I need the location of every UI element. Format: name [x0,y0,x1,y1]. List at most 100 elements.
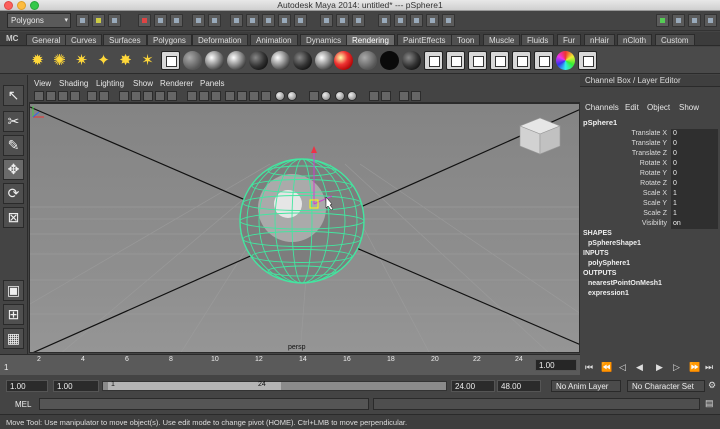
select-hierarchy-icon[interactable] [138,14,151,27]
wireframe-icon[interactable] [187,91,197,101]
use-background-shader-icon[interactable] [358,51,377,70]
select-tool-icon[interactable]: ↖ [3,85,24,106]
ocean-shader-icon[interactable] [380,51,399,70]
attr-row-scale-z[interactable]: Scale Z 1 [583,209,718,219]
tab-nhair[interactable]: nHair [584,34,616,46]
attr-value[interactable]: 0 [671,179,718,189]
command-input[interactable] [39,398,369,410]
tab-rendering[interactable]: Rendering [346,34,395,46]
play-backwards-icon[interactable]: ◀ [636,362,643,373]
tab-fur[interactable]: Fur [557,34,581,46]
menu-set-dropdown[interactable]: Polygons ▾ [7,13,71,28]
smooth-shade-icon[interactable] [199,91,209,101]
render-view-icon[interactable] [378,14,391,27]
outliner-layout-icon[interactable]: ▦ [3,328,24,349]
open-scene-icon[interactable] [92,14,105,27]
step-forward-frame-icon[interactable]: ▷ [673,362,680,373]
go-to-end-icon[interactable]: ⏭ [705,362,713,373]
image-plane-icon[interactable] [70,91,80,101]
output-node[interactable]: nearestPointOnMesh1 [588,280,662,287]
screen-space-ao-icon[interactable] [261,91,271,101]
tab-fluids[interactable]: Fluids [521,34,555,46]
ipr-shelf-icon[interactable] [468,51,487,70]
volume-light-icon[interactable]: ✶ [138,51,157,70]
current-frame-field[interactable]: 1.00 [535,359,577,371]
use-all-lights-icon[interactable] [237,91,247,101]
step-back-frame-icon[interactable]: ◁ [619,362,626,373]
snap-view-plane-icon[interactable] [278,14,291,27]
shape-node[interactable]: pSphereShape1 [588,240,641,247]
layout-toggle-icon[interactable] [704,14,717,27]
sphere-object[interactable] [239,158,365,284]
depth-of-field-icon[interactable] [347,91,357,101]
move-tool-icon[interactable]: ✥ [3,159,24,180]
menu-channels[interactable]: Channels [585,103,619,112]
tab-custom[interactable]: Custom [655,34,695,46]
snap-point-icon[interactable] [262,14,275,27]
attr-value[interactable]: 0 [671,169,718,179]
output-node[interactable]: expression1 [588,290,629,297]
layout-four-icon[interactable]: ⊞ [3,304,24,325]
menu-object[interactable]: Object [647,103,670,112]
play-forwards-icon[interactable]: ▶ [656,362,663,373]
area-light-icon[interactable]: ✸ [116,51,135,70]
attr-value[interactable]: 1 [671,209,718,219]
snap-curve-icon[interactable] [246,14,259,27]
textured-icon[interactable] [225,91,235,101]
motion-blur-icon[interactable] [321,91,331,101]
attr-value[interactable]: 1 [671,189,718,199]
playback-start-field[interactable]: 1.00 [53,380,99,392]
save-scene-icon[interactable] [108,14,121,27]
select-object-icon[interactable] [154,14,167,27]
input-node[interactable]: polySphere1 [588,260,630,267]
time-slider[interactable]: 2 4 6 8 10 12 14 16 18 20 22 24 1 [0,354,580,375]
ambient-light-icon[interactable]: ✷ [72,51,91,70]
resolution-gate-icon[interactable] [119,91,129,101]
attr-value[interactable]: 0 [671,139,718,149]
attr-value[interactable]: 0 [671,159,718,169]
tab-curves[interactable]: Curves [65,34,103,46]
scale-tool-icon[interactable]: ⊠ [3,207,24,228]
frame-all-icon[interactable] [369,91,379,101]
tab-painteffects[interactable]: PaintEffects [397,34,452,46]
attr-value[interactable]: 0 [671,149,718,159]
phong-shader-icon[interactable] [227,51,246,70]
script-language-toggle[interactable]: MEL [15,400,31,409]
tab-ncloth[interactable]: nCloth [617,34,653,46]
tab-toon[interactable]: Toon [451,34,481,46]
menu-edit[interactable]: Edit [625,103,639,112]
rotate-tool-icon[interactable]: ⟳ [3,183,24,204]
attr-row-translate-y[interactable]: Translate Y 0 [583,139,718,149]
hypershade-icon[interactable] [442,14,455,27]
anisotropic-shader-icon[interactable] [271,51,290,70]
tab-general[interactable]: General [26,34,67,46]
range-slider-handle[interactable] [108,382,281,390]
step-forward-key-icon[interactable]: ⏩ [689,362,700,373]
batch-render-icon[interactable] [490,51,509,70]
shading-map-icon[interactable] [402,51,421,70]
view-cube[interactable] [519,117,561,155]
range-slider[interactable]: 1 24 [102,381,447,391]
blinn-shader-icon[interactable] [205,51,224,70]
select-by-type-icon[interactable] [192,14,205,27]
menu-renderer[interactable]: Renderer [160,78,193,89]
camera-attributes-icon[interactable] [46,91,56,101]
select-joints-icon[interactable] [208,14,221,27]
attr-row-translate-x[interactable]: Translate X 0 [583,129,718,139]
tool-settings-toggle-icon[interactable] [688,14,701,27]
playback-end-field[interactable]: 24.00 [451,380,495,392]
tab-polygons[interactable]: Polygons [147,34,192,46]
step-back-key-icon[interactable]: ⏪ [601,362,612,373]
multisample-aa-icon[interactable] [335,91,345,101]
attr-row-scale-y[interactable]: Scale Y 1 [583,199,718,209]
directional-light-icon[interactable]: ✺ [50,51,69,70]
viewport-2-icon[interactable] [399,91,409,101]
snap-grid-icon[interactable] [230,14,243,27]
layered-shader-icon[interactable] [315,51,334,70]
render-layers-icon[interactable] [512,51,531,70]
animation-end-field[interactable]: 48.00 [497,380,541,392]
tab-deformation[interactable]: Deformation [192,34,248,46]
ipr-render-icon[interactable] [410,14,423,27]
safe-title-icon[interactable] [167,91,177,101]
tab-dynamics[interactable]: Dynamics [300,34,348,46]
